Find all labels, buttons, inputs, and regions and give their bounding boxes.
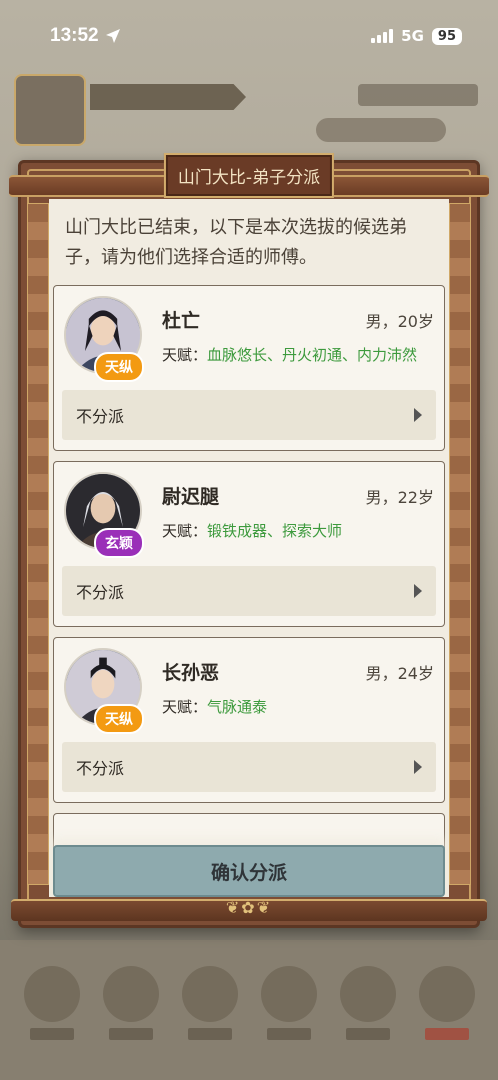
candidate-card: 天纵 长孙恶 男，24岁 天赋：气脉通泰 不分派: [53, 637, 445, 803]
chevron-right-icon: [414, 408, 422, 422]
frame-pillar-right: [449, 203, 471, 885]
battery-indicator: 95: [431, 27, 462, 45]
dialog-panel: 山门大比已结束，以下是本次选拔的候选弟子，请为他们选择合适的师傅。 天纵 杜亡 …: [49, 199, 449, 897]
confirm-assign-button[interactable]: 确认分派: [53, 845, 445, 897]
candidate-name: 长孙恶: [162, 662, 220, 684]
master-select[interactable]: 不分派: [62, 566, 436, 616]
talent-label: 天赋：: [162, 522, 208, 540]
nav-slot: [177, 966, 243, 1054]
talent-label: 天赋：: [162, 698, 208, 716]
candidate-card: 天纵 杜亡 男，20岁 天赋：血脉悠长、丹火初通、内力沛然 不分派: [53, 285, 445, 451]
candidate-talent: 天赋：血脉悠长、丹火初通、内力沛然: [162, 344, 417, 365]
master-select-value: 不分派: [76, 407, 125, 426]
talent-value: 气脉通泰: [207, 698, 268, 716]
chevron-right-icon: [414, 584, 422, 598]
player-avatar: [14, 74, 86, 146]
rank-badge: 天纵: [94, 704, 144, 734]
nav-slot: [335, 966, 401, 1054]
talent-label: 天赋：: [162, 346, 208, 364]
nav-slot: [98, 966, 164, 1054]
assignment-dialog: 山门大比-弟子分派 山门大比已结束，以下是本次选拔的候选弟子，请为他们选择合适的…: [9, 153, 489, 928]
network-label: 5G: [401, 27, 424, 45]
status-bar: 13:52 5G 95: [0, 0, 498, 72]
master-select[interactable]: 不分派: [62, 390, 436, 440]
rank-badge: 玄颖: [94, 528, 144, 558]
candidate-name: 尉迟腿: [162, 486, 220, 508]
candidate-gender-age: 男，24岁: [365, 664, 434, 683]
chevron-right-icon: [414, 760, 422, 774]
bottom-nav: [0, 940, 498, 1080]
frame-pillar-left: [27, 203, 49, 885]
master-select[interactable]: 不分派: [62, 742, 436, 792]
candidate-avatar: 天纵: [64, 296, 146, 386]
master-select-value: 不分派: [76, 583, 125, 602]
status-time: 13:52: [50, 25, 121, 47]
location-arrow-icon: [105, 29, 120, 43]
nav-slot: [19, 966, 85, 1054]
nav-slot: [414, 966, 480, 1054]
candidate-avatar: 天纵: [64, 648, 146, 738]
signal-icon: [371, 29, 394, 43]
clock-text: 13:52: [50, 25, 99, 46]
player-name-plate: [90, 84, 246, 110]
ornament-icon: ❦✿❦: [225, 898, 273, 917]
dialog-intro: 山门大比已结束，以下是本次选拔的候选弟子，请为他们选择合适的师傅。: [65, 217, 407, 268]
rank-badge: 天纵: [94, 352, 144, 382]
dialog-title: 山门大比-弟子分派: [163, 153, 335, 198]
talent-value: 血脉悠长、丹火初通、内力沛然: [207, 346, 418, 364]
resource-bar: [358, 84, 478, 106]
candidate-avatar: 玄颖: [64, 472, 146, 562]
candidate-name: 杜亡: [162, 310, 201, 332]
candidate-card: 玄颖 尉迟腿 男，22岁 天赋：锻铁成器、探索大师 不分派: [53, 461, 445, 627]
candidate-gender-age: 男，22岁: [365, 488, 434, 507]
master-select-value: 不分派: [76, 759, 125, 778]
candidate-talent: 天赋：气脉通泰: [162, 696, 267, 717]
status-indicators: 5G 95: [371, 27, 462, 45]
candidate-talent: 天赋：锻铁成器、探索大师: [162, 520, 342, 541]
nav-slot: [256, 966, 322, 1054]
talent-value: 锻铁成器、探索大师: [207, 522, 343, 540]
candidate-gender-age: 男，20岁: [365, 312, 434, 331]
resource-bar-secondary: [316, 118, 446, 142]
candidate-list[interactable]: 天纵 杜亡 男，20岁 天赋：血脉悠长、丹火初通、内力沛然 不分派 玄颖 尉迟腿…: [49, 285, 449, 853]
